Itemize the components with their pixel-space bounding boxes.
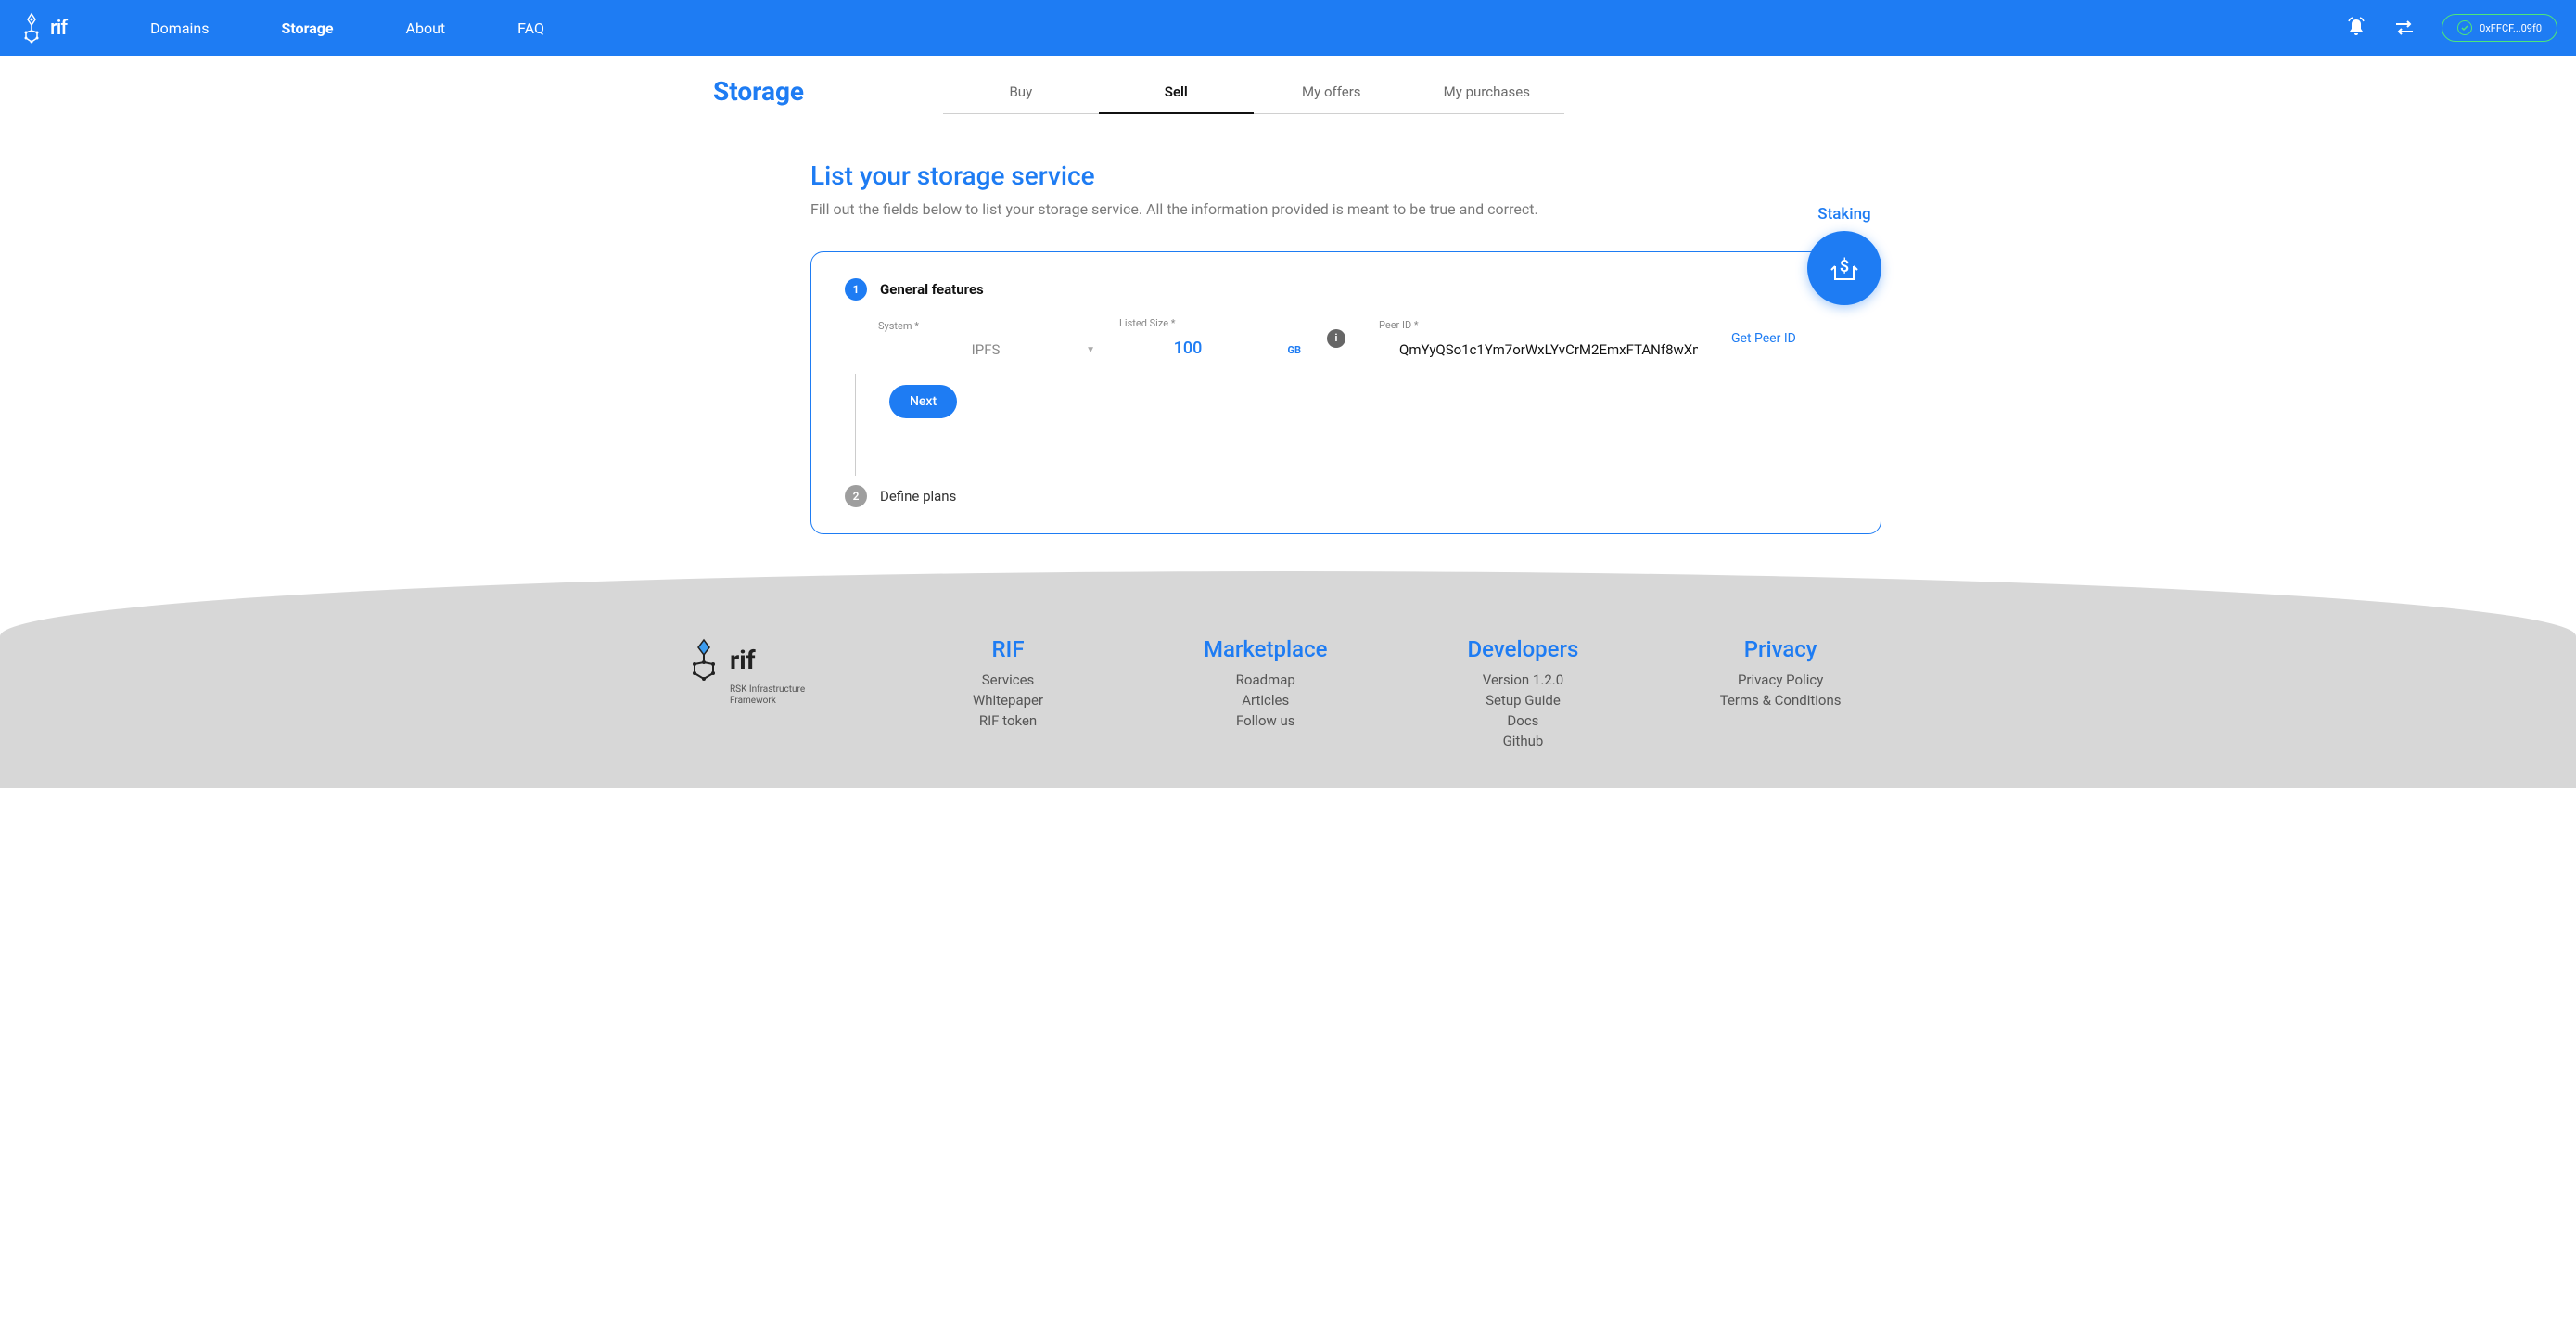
general-features-fields: System * IPFS ▼ Listed Size * GB i Peer … bbox=[878, 317, 1847, 364]
section-description: Fill out the fields below to list your s… bbox=[810, 200, 1974, 218]
footer-col-title: Developers bbox=[1413, 636, 1634, 662]
footer-logo-subtitle: RSK Infrastructure Framework bbox=[730, 684, 805, 707]
step-1-header: 1 General features bbox=[845, 278, 1847, 301]
system-label: System * bbox=[878, 320, 1103, 332]
footer-logo-text: rif bbox=[730, 645, 756, 675]
chevron-down-icon: ▼ bbox=[1086, 345, 1095, 355]
staking-button[interactable]: $ bbox=[1807, 231, 1881, 305]
peer-id-input[interactable] bbox=[1399, 341, 1698, 358]
nav-domains[interactable]: Domains bbox=[150, 19, 209, 37]
logo[interactable]: rif bbox=[19, 12, 67, 44]
footer-link[interactable]: Whitepaper bbox=[898, 690, 1118, 710]
app-header: rif Domains Storage About FAQ 0xFFCF...0… bbox=[0, 0, 2576, 56]
footer-col-title: Marketplace bbox=[1155, 636, 1376, 662]
step-1-badge: 1 bbox=[845, 278, 867, 301]
rif-footer-logo-icon bbox=[685, 636, 722, 683]
footer-link[interactable]: Terms & Conditions bbox=[1670, 690, 1891, 710]
wallet-button[interactable]: 0xFFCF...09f0 bbox=[2442, 14, 2557, 42]
staking-widget: Staking $ bbox=[1807, 205, 1881, 305]
svg-text:$: $ bbox=[1840, 257, 1849, 276]
tab-sell[interactable]: Sell bbox=[1099, 76, 1255, 113]
next-button[interactable]: Next bbox=[889, 385, 957, 418]
footer-inner: rif RSK Infrastructure Framework RIF Ser… bbox=[685, 636, 1891, 751]
wallet-status-icon bbox=[2457, 20, 2472, 35]
step-2-badge: 2 bbox=[845, 485, 867, 507]
nav-faq[interactable]: FAQ bbox=[517, 19, 544, 37]
rif-logo-icon bbox=[19, 12, 45, 44]
size-label: Listed Size * bbox=[1119, 317, 1305, 329]
size-input-wrap: GB bbox=[1119, 333, 1305, 364]
step-1-label: General features bbox=[880, 281, 984, 298]
footer-col-privacy: Privacy Privacy Policy Terms & Condition… bbox=[1670, 636, 1891, 710]
footer-col-rif: RIF Services Whitepaper RIF token bbox=[898, 636, 1118, 731]
footer-col-developers: Developers Version 1.2.0 Setup Guide Doc… bbox=[1413, 636, 1634, 751]
footer-link[interactable]: Github bbox=[1413, 731, 1634, 751]
peer-id-field: Peer ID * bbox=[1379, 319, 1702, 364]
footer-link[interactable]: Docs bbox=[1413, 710, 1634, 731]
wallet-address: 0xFFCF...09f0 bbox=[2480, 22, 2542, 34]
size-info-icon[interactable]: i bbox=[1327, 329, 1345, 348]
logo-text: rif bbox=[50, 17, 67, 40]
main-area: Staking $ List your storage service Fill… bbox=[602, 160, 1974, 534]
tab-buy[interactable]: Buy bbox=[943, 76, 1099, 113]
step-2-label: Define plans bbox=[880, 488, 956, 505]
footer-col-title: RIF bbox=[898, 636, 1118, 662]
listed-size-field: Listed Size * GB bbox=[1119, 317, 1305, 364]
footer-col-marketplace: Marketplace Roadmap Articles Follow us bbox=[1155, 636, 1376, 731]
footer-link[interactable]: RIF token bbox=[898, 710, 1118, 731]
system-field: System * IPFS ▼ bbox=[878, 320, 1103, 364]
tab-my-offers[interactable]: My offers bbox=[1254, 76, 1409, 113]
peer-input-wrap bbox=[1396, 335, 1702, 364]
nav-storage[interactable]: Storage bbox=[282, 19, 334, 37]
header-actions: 0xFFCF...09f0 bbox=[2345, 14, 2557, 42]
footer-link[interactable]: Privacy Policy bbox=[1670, 670, 1891, 690]
size-input[interactable] bbox=[1123, 339, 1253, 358]
notifications-icon[interactable] bbox=[2345, 17, 2367, 39]
footer-link[interactable]: Follow us bbox=[1155, 710, 1376, 731]
staking-label: Staking bbox=[1807, 205, 1881, 224]
page-title: Storage bbox=[713, 76, 804, 107]
get-peer-id-link[interactable]: Get Peer ID bbox=[1731, 331, 1796, 346]
storage-tabs: Buy Sell My offers My purchases bbox=[943, 76, 1564, 114]
system-value: IPFS bbox=[972, 341, 1001, 358]
main-nav: Domains Storage About FAQ bbox=[150, 19, 544, 37]
step-2-header: 2 Define plans bbox=[845, 485, 1847, 507]
size-unit: GB bbox=[1287, 344, 1301, 356]
nav-about[interactable]: About bbox=[406, 19, 446, 37]
system-select[interactable]: IPFS ▼ bbox=[878, 336, 1103, 364]
peer-label: Peer ID * bbox=[1379, 319, 1702, 331]
section-heading: List your storage service bbox=[810, 160, 1974, 191]
footer-link[interactable]: Version 1.2.0 bbox=[1413, 670, 1634, 690]
footer-link[interactable]: Services bbox=[898, 670, 1118, 690]
footer-link[interactable]: Setup Guide bbox=[1413, 690, 1634, 710]
footer-logo-block: rif RSK Infrastructure Framework bbox=[685, 636, 805, 707]
footer-link[interactable]: Articles bbox=[1155, 690, 1376, 710]
dollar-icon: $ bbox=[1828, 251, 1861, 285]
footer: rif RSK Infrastructure Framework RIF Ser… bbox=[0, 571, 2576, 788]
tab-my-purchases[interactable]: My purchases bbox=[1409, 76, 1565, 113]
footer-col-title: Privacy bbox=[1670, 636, 1891, 662]
page-head-row: Storage Buy Sell My offers My purchases bbox=[602, 56, 1974, 114]
footer-link[interactable]: Roadmap bbox=[1155, 670, 1376, 690]
listing-form-card: 1 General features System * IPFS ▼ Liste… bbox=[810, 251, 1881, 534]
swap-icon[interactable] bbox=[2393, 17, 2416, 39]
content: Storage Buy Sell My offers My purchases … bbox=[583, 56, 1993, 534]
